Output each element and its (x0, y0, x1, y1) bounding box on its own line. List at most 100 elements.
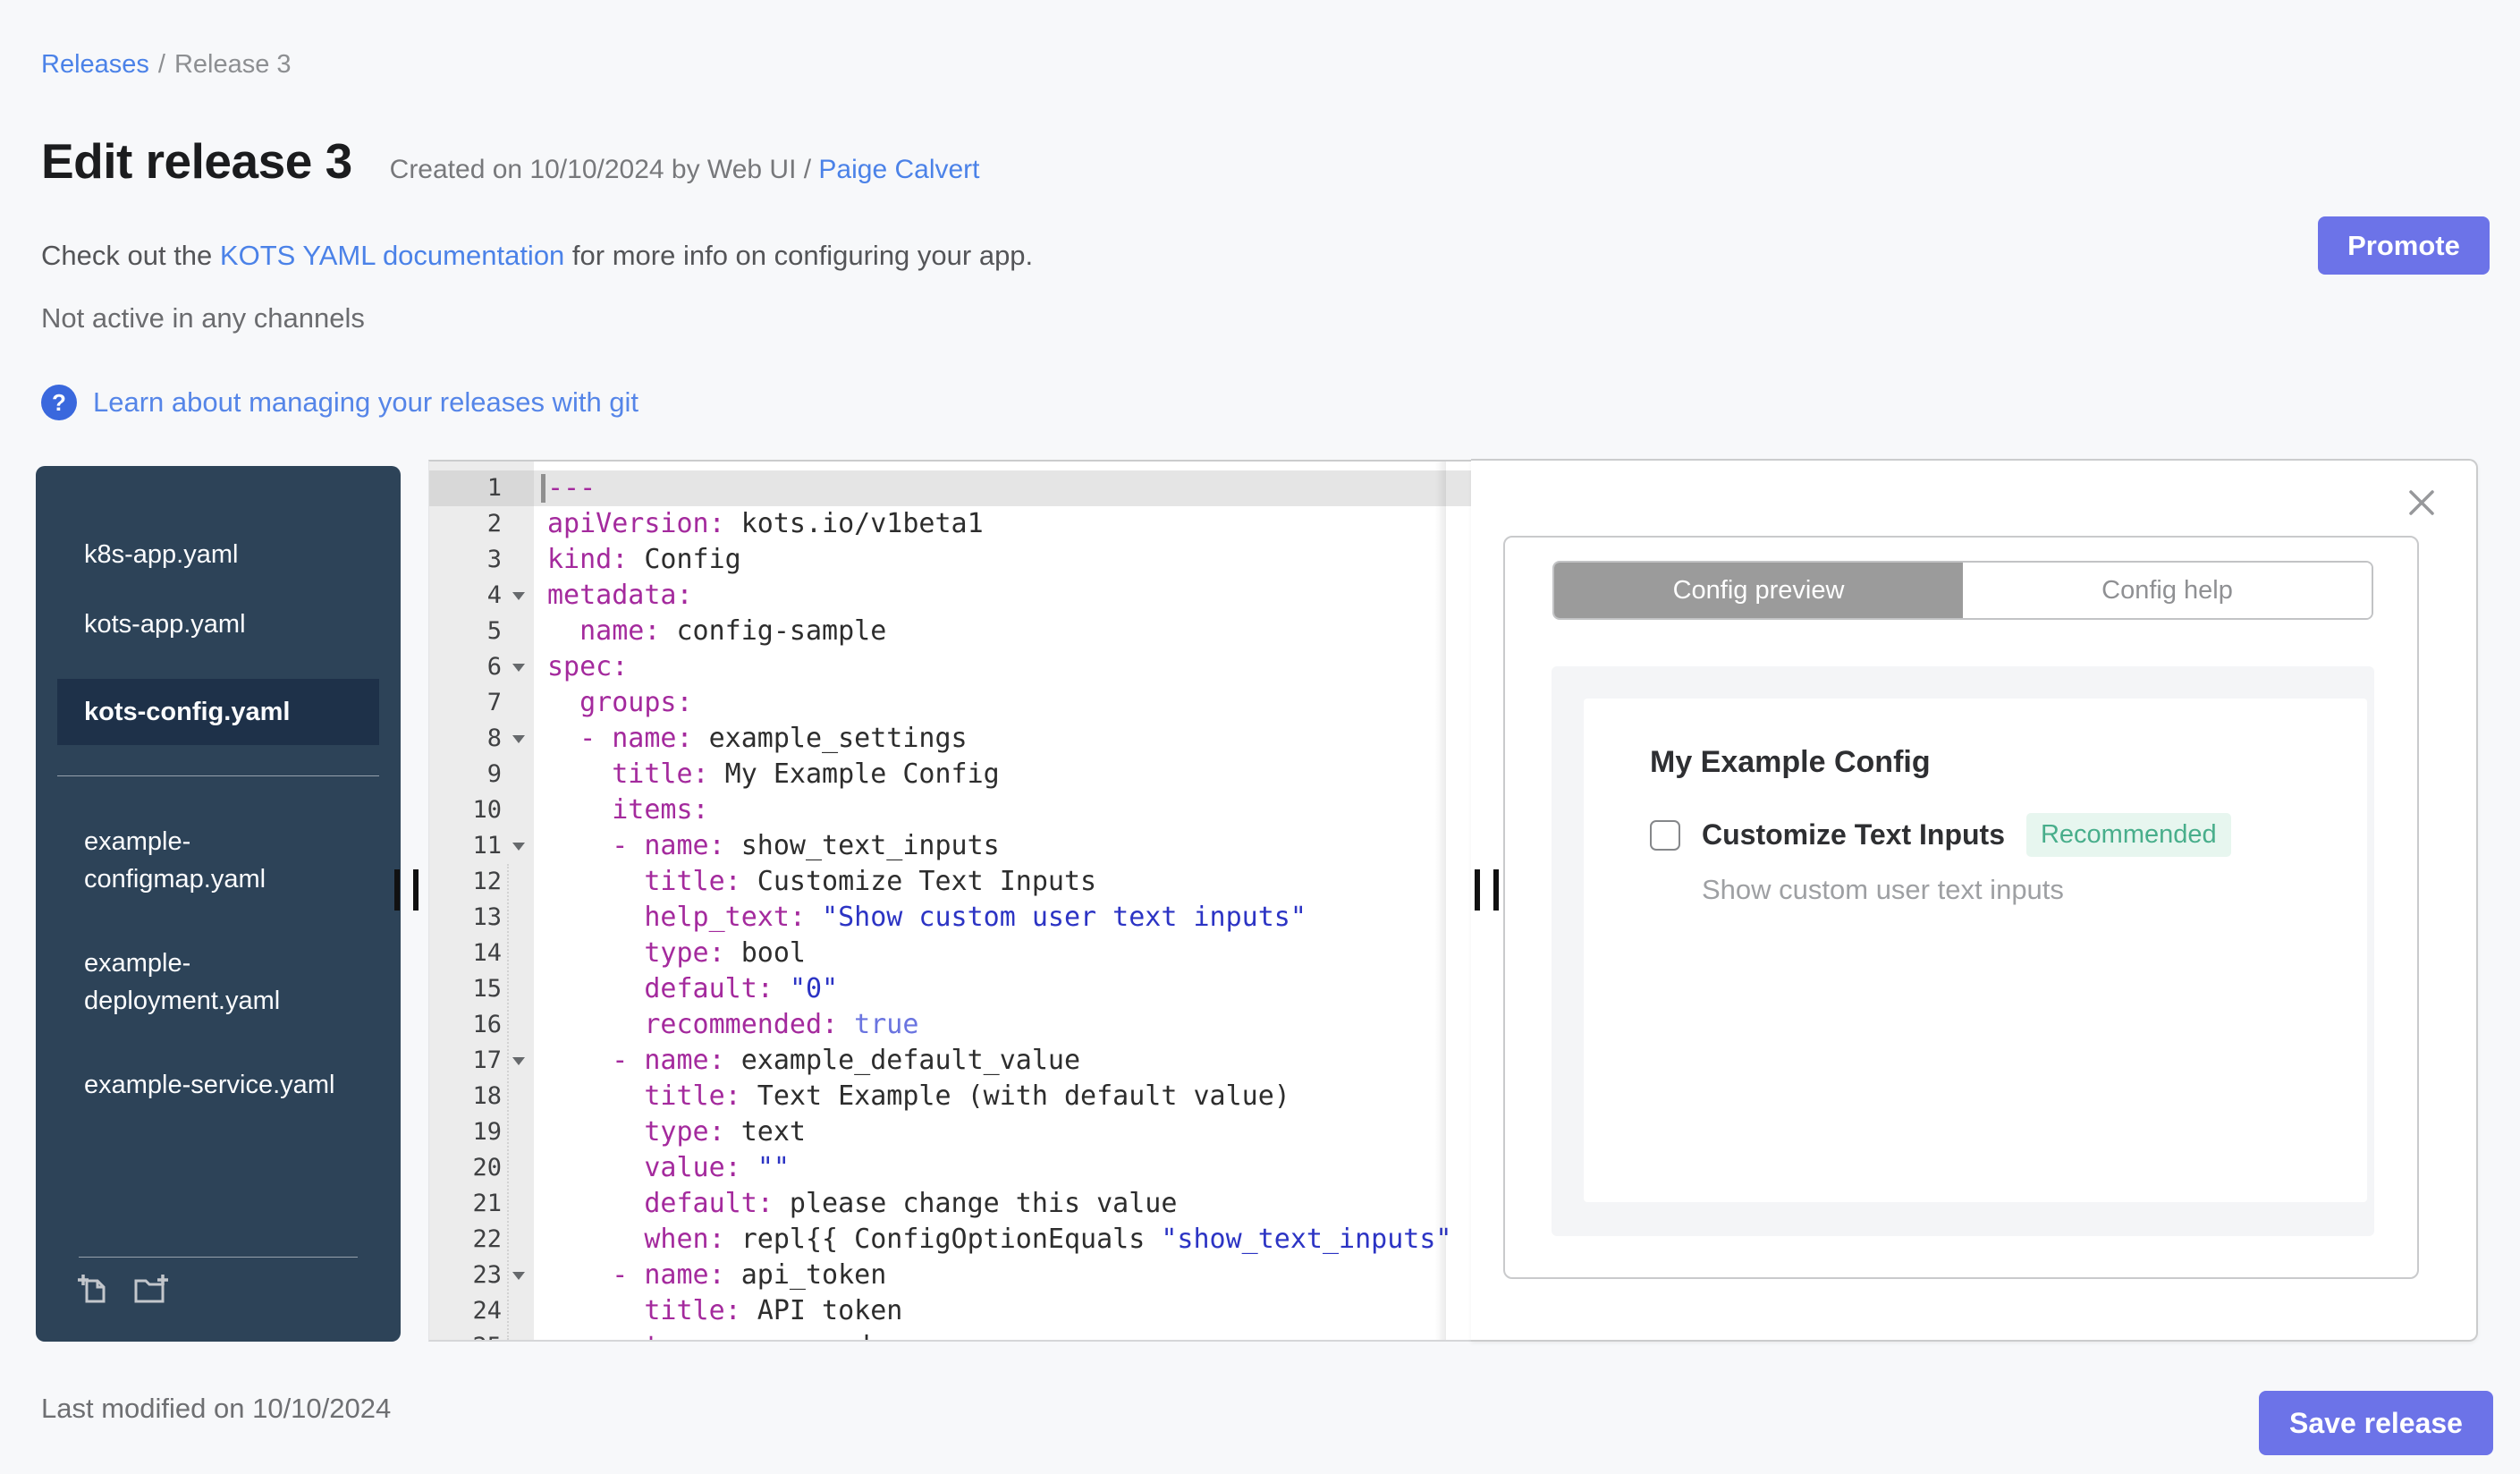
pane-resize-handle-left[interactable] (394, 869, 419, 911)
config-preview-panel: Config preview Config help My Example Con… (1471, 459, 2478, 1342)
code-line[interactable]: name: config-sample (534, 614, 1471, 649)
fold-arrow-icon[interactable] (512, 664, 525, 672)
config-item-help-text: Show custom user text inputs (1702, 874, 2064, 905)
config-preview-card: Config preview Config help My Example Con… (1503, 536, 2419, 1279)
tab-config-help[interactable]: Config help (1963, 563, 2372, 618)
pane-resize-handle-right[interactable] (1475, 869, 1499, 911)
code-line[interactable]: title: My Example Config (534, 757, 1471, 792)
git-help-link[interactable]: ? Learn about managing your releases wit… (41, 385, 638, 420)
code-line[interactable]: help_text: "Show custom user text inputs… (534, 900, 1471, 936)
page-title: Edit release 3 (41, 133, 352, 189)
code-line[interactable]: default: "0" (534, 971, 1471, 1007)
sidebar-file-k8s-app.yaml[interactable]: k8s-app.yaml (36, 539, 387, 570)
line-number: 4 (429, 578, 534, 614)
indent-guide (507, 864, 509, 1340)
add-file-icon[interactable] (77, 1272, 111, 1310)
code-line[interactable]: - name: api_token (534, 1258, 1471, 1293)
created-text: Created on 10/10/2024 by Web UI / Paige … (390, 155, 980, 185)
close-icon[interactable] (2406, 487, 2437, 518)
code-line[interactable]: when: repl{{ ConfigOptionEquals "show_te… (534, 1222, 1471, 1258)
line-number: 23 (429, 1258, 534, 1293)
line-number: 9 (486, 760, 502, 788)
created-prefix: Created on 10/10/2024 by Web UI / (389, 155, 812, 184)
code-line[interactable]: type: password (534, 1329, 1471, 1340)
line-number: 1 (429, 470, 534, 506)
fold-arrow-icon[interactable] (512, 1057, 525, 1065)
preview-background: My Example Config Customize Text Inputs … (1552, 666, 2374, 1236)
code-line[interactable]: --- (534, 470, 1471, 506)
sidebar-bottom-divider (79, 1257, 358, 1258)
resize-bar (1493, 869, 1499, 911)
line-number: 22 (472, 1225, 502, 1253)
line-number: 15 (472, 975, 502, 1003)
code-line[interactable]: value: "" (534, 1150, 1471, 1186)
sidebar-file-example-deployment.yaml[interactable]: example-deployment.yaml (36, 945, 387, 1020)
tab-config-preview[interactable]: Config preview (1554, 563, 1963, 618)
sidebar-file-kots-config.yaml[interactable]: kots-config.yaml (57, 679, 379, 745)
code-line[interactable]: type: text (534, 1114, 1471, 1150)
code-line[interactable]: title: Text Example (with default value) (534, 1079, 1471, 1114)
line-number: 8 (429, 721, 534, 757)
code-line[interactable]: apiVersion: kots.io/v1beta1 (534, 506, 1471, 542)
editor-edge-shadow (1435, 462, 1446, 1340)
resize-bar (413, 869, 419, 911)
file-group-app: k8s-app.yaml kots-app.yaml kots-config.yam… (36, 539, 401, 745)
line-number: 3 (486, 546, 502, 573)
promote-button[interactable]: Promote (2318, 216, 2490, 275)
sidebar-file-kots-app.yaml[interactable]: kots-app.yaml (36, 609, 387, 640)
yaml-code-editor[interactable]: 1234567891011121314151617181920212223242… (428, 460, 1471, 1342)
save-release-button[interactable]: Save release (2259, 1391, 2493, 1455)
add-folder-icon[interactable] (131, 1272, 170, 1310)
config-item-row: Customize Text Inputs Recommended (1650, 813, 2231, 857)
code-line[interactable]: title: Customize Text Inputs (534, 864, 1471, 900)
code-line[interactable]: type: bool (534, 936, 1471, 971)
editor-gutter: 1234567891011121314151617181920212223242… (429, 462, 534, 1340)
code-line[interactable]: items: (534, 792, 1471, 828)
breadcrumb: Releases / Release 3 (41, 50, 292, 80)
file-tree-sidebar: k8s-app.yaml kots-app.yaml kots-config.yam… (36, 466, 401, 1342)
config-tab-group: Config preview Config help (1552, 561, 2373, 620)
sidebar-divider (57, 775, 379, 776)
editor-code-area[interactable]: --- apiVersion: kots.io/v1beta1 kind: Conf… (534, 462, 1471, 1340)
line-number: 17 (429, 1043, 534, 1079)
docs-suffix: for more info on configuring your app. (564, 240, 1034, 271)
code-line[interactable]: - name: show_text_inputs (534, 828, 1471, 864)
code-line[interactable]: spec: (534, 649, 1471, 685)
git-link-label[interactable]: Learn about managing your releases with … (93, 386, 638, 419)
code-line[interactable]: metadata: (534, 578, 1471, 614)
line-number: 20 (472, 1154, 502, 1182)
line-number: 7 (486, 689, 502, 716)
line-number: 19 (472, 1118, 502, 1146)
fold-arrow-icon[interactable] (512, 592, 525, 600)
fold-arrow-icon[interactable] (512, 843, 525, 851)
fold-arrow-icon[interactable] (512, 735, 525, 743)
fold-arrow-icon[interactable] (512, 1272, 525, 1280)
kots-docs-link[interactable]: KOTS YAML documentation (220, 240, 564, 271)
edit-release-page: Releases / Release 3 Edit release 3 Create… (0, 0, 2520, 1474)
question-mark-icon[interactable]: ? (41, 385, 77, 420)
recommended-badge: Recommended (2025, 813, 2231, 857)
line-number: 13 (472, 903, 502, 931)
line-number: 21 (472, 1190, 502, 1217)
code-line[interactable]: - name: example_default_value (534, 1043, 1471, 1079)
line-number: 25 (429, 1329, 534, 1340)
line-number: 5 (486, 617, 502, 645)
customize-text-inputs-checkbox[interactable] (1650, 819, 1680, 851)
code-line[interactable]: recommended: true (534, 1007, 1471, 1043)
sidebar-file-example-service.yaml[interactable]: example-service.yaml (36, 1066, 387, 1104)
text-cursor (541, 474, 545, 503)
line-number: 12 (472, 868, 502, 895)
code-line[interactable]: - name: example_settings (534, 721, 1471, 757)
code-line[interactable]: default: please change this value (534, 1186, 1471, 1222)
sidebar-file-example-configmap.yaml[interactable]: example-configmap.yaml (36, 823, 387, 898)
line-number: 10 (472, 796, 502, 824)
author-link[interactable]: Paige Calvert (818, 155, 979, 184)
code-line[interactable]: kind: Config (534, 542, 1471, 578)
config-group-title: My Example Config (1650, 745, 1931, 779)
line-number: 6 (429, 649, 534, 685)
preview-content-card: My Example Config Customize Text Inputs … (1584, 699, 2367, 1202)
code-line[interactable]: title: API token (534, 1293, 1471, 1329)
resize-bar (1475, 869, 1480, 911)
code-line[interactable]: groups: (534, 685, 1471, 721)
breadcrumb-releases-link[interactable]: Releases (41, 50, 149, 79)
